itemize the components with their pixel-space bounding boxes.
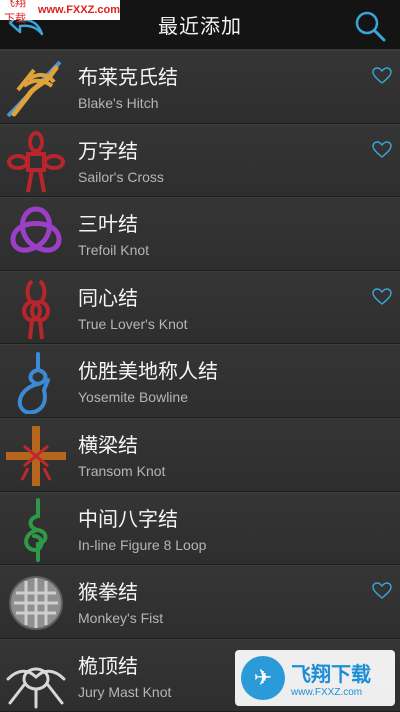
watermark-top-label: 飞翔下载 (4, 0, 26, 25)
yosemite-bowline-thumbnail (17, 352, 50, 415)
knot-name-cn: 布莱克氏结 (78, 65, 178, 89)
knot-name-cn: 三叶结 (78, 212, 138, 237)
list-item[interactable]: 同心结 True Lover's Knot (0, 270, 400, 345)
page-title: 最近添加 (158, 14, 242, 38)
watermark-top-url: www.FXXZ.com (37, 4, 120, 16)
watermark-logo-icon: ✈ (241, 656, 285, 700)
inline-figure-8-loop-thumbnail (24, 497, 48, 562)
heart-icon[interactable] (372, 67, 392, 85)
sailors-cross-thumbnail (7, 130, 65, 192)
list-item[interactable]: 横梁结 Transom Knot (0, 417, 400, 492)
knot-name-en: In-line Figure 8 Loop (78, 536, 207, 553)
knot-name-en: Trefoil Knot (78, 242, 150, 259)
watermark-bottom-name: 飞翔下载 (291, 662, 371, 686)
heart-icon[interactable] (372, 582, 392, 600)
knot-name-cn: 中间八字结 (78, 506, 178, 531)
true-lovers-knot-thumbnail (22, 279, 50, 339)
knot-name-en: Transom Knot (78, 462, 166, 479)
jury-mast-knot-thumbnail (6, 667, 66, 709)
trefoil-knot-thumbnail (10, 206, 62, 253)
heart-icon[interactable] (372, 288, 392, 306)
list-item[interactable]: 中间八字结 In-line Figure 8 Loop (0, 491, 400, 566)
list-item[interactable]: 优胜美地称人结 Yosemite Bowline (0, 344, 400, 418)
knot-name-cn: 桅顶结 (78, 653, 138, 678)
knot-name-en: Monkey's Fist (78, 610, 164, 627)
monkeys-fist-thumbnail (9, 576, 63, 631)
list-item[interactable]: 万字结 Sailor's Cross (0, 123, 400, 198)
knot-name-cn: 猴拳结 (78, 580, 138, 605)
search-icon[interactable] (354, 10, 386, 42)
knot-name-cn: 同心结 (78, 285, 138, 310)
heart-icon[interactable] (372, 140, 392, 159)
list-item[interactable]: 三叶结 Trefoil Knot (0, 197, 400, 271)
knot-name-en: Jury Mast Knot (78, 683, 172, 700)
knot-name-en: True Lover's Knot (78, 315, 188, 332)
knot-name-en: Yosemite Bowline (78, 389, 188, 406)
knot-name-cn: 横梁结 (78, 432, 138, 457)
transom-knot-thumbnail (6, 425, 66, 486)
watermark-bottom: ✈ 飞翔下载 www.FXXZ.com (235, 650, 395, 706)
knot-name-cn: 优胜美地称人结 (78, 359, 218, 384)
knot-list: 布莱克氏结 Blake's Hitch 万字结 Sailor's Cross 三… (0, 50, 400, 712)
watermark-bottom-url: www.FXXZ.com (291, 687, 363, 698)
blakes-hitch-thumbnail (6, 60, 62, 118)
knot-name-en: Blake's Hitch (78, 95, 159, 111)
knot-name-en: Sailor's Cross (78, 168, 164, 185)
list-item[interactable]: 布莱克氏结 Blake's Hitch (0, 50, 400, 124)
knot-name-cn: 万字结 (78, 138, 138, 163)
list-item[interactable]: 猴拳结 Monkey's Fist (0, 565, 400, 639)
watermark-top: 飞翔下载 www.FXXZ.com (0, 0, 120, 25)
